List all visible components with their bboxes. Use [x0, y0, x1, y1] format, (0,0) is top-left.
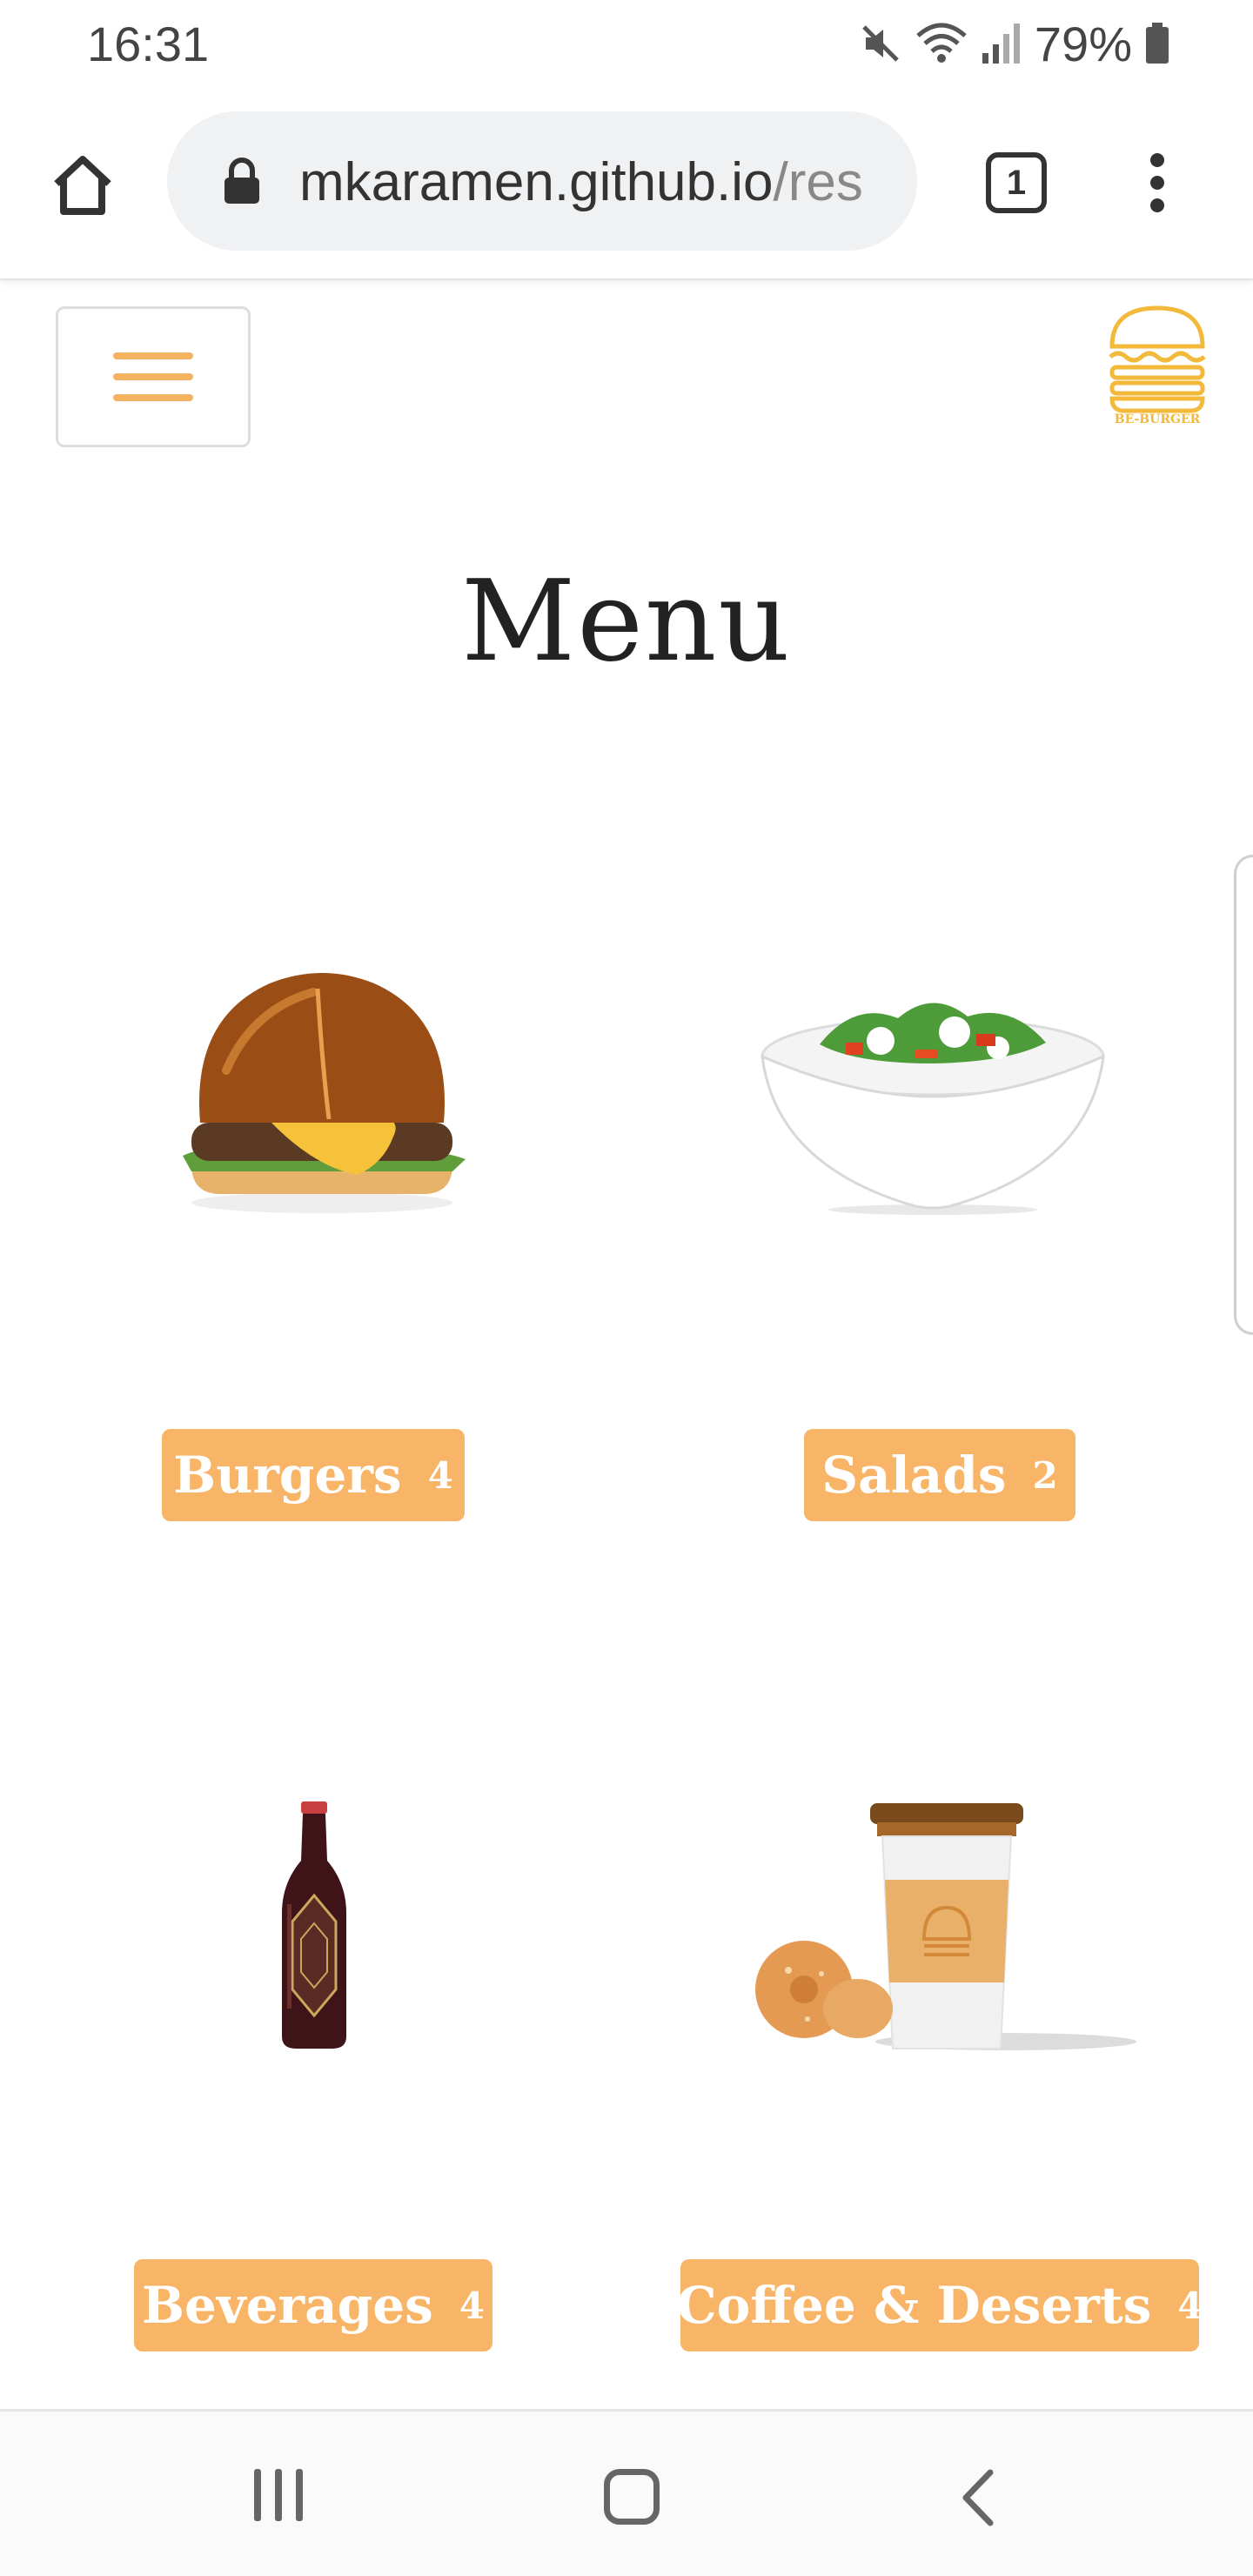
browser-home-button[interactable] — [44, 146, 122, 225]
category-count: 4 — [427, 1453, 453, 1497]
category-burgers-button[interactable]: Burgers 4 — [162, 1429, 465, 1521]
lock-icon — [224, 158, 259, 204]
address-bar[interactable]: mkaramen.github.io/res — [167, 111, 917, 251]
burger-logo-icon[interactable]: BE-BURGER — [1105, 303, 1209, 426]
category-name: Salads — [821, 1446, 1007, 1505]
page-title: Menu — [461, 557, 792, 687]
more-icon-dot — [1150, 198, 1164, 212]
tabs-button[interactable]: 1 — [982, 148, 1051, 218]
battery-icon — [1144, 22, 1170, 65]
status-bar: 16:31 79% — [0, 0, 1253, 87]
category-salads-button[interactable]: Salads 2 — [804, 1429, 1075, 1521]
status-time: 16:31 — [87, 17, 210, 71]
cola-bottle-image[interactable] — [275, 1800, 353, 2056]
tabs-icon: 1 — [986, 152, 1047, 213]
android-navigation-bar — [0, 2409, 1253, 2576]
logo-text: BE-BURGER — [1115, 413, 1201, 425]
recents-icon[interactable] — [254, 2469, 303, 2521]
hamburger-menu-button[interactable] — [56, 306, 251, 447]
category-count: 4 — [459, 2284, 486, 2327]
url-text: mkaramen.github.io/res — [299, 151, 863, 213]
category-count: 4 — [1177, 2284, 1203, 2327]
category-name: Beverages — [142, 2276, 433, 2335]
browser-toolbar: mkaramen.github.io/res 1 — [0, 87, 1253, 280]
category-name: Coffee & Deserts — [676, 2276, 1152, 2335]
home-icon — [54, 156, 111, 215]
back-icon[interactable] — [957, 2467, 1001, 2532]
category-coffee-deserts-button[interactable]: Coffee & Deserts 4 — [676, 2259, 1203, 2351]
wifi-icon — [915, 22, 968, 65]
url-path: /res — [773, 152, 863, 212]
more-options-button[interactable] — [1131, 148, 1183, 218]
status-icons: 79% — [859, 16, 1170, 71]
battery-percent: 79% — [1034, 16, 1132, 71]
hamburger-menu-icon — [113, 352, 193, 359]
category-beverages-button[interactable]: Beverages 4 — [134, 2259, 492, 2351]
hamburger-menu-icon — [113, 373, 193, 380]
more-icon-dot — [1150, 176, 1164, 190]
mute-icon — [859, 22, 902, 65]
salad-bowl-image[interactable] — [750, 983, 1116, 1223]
coffee-cup-donuts-image[interactable] — [754, 1800, 1136, 2065]
signal-icon — [981, 22, 1022, 65]
category-name: Burgers — [173, 1446, 402, 1505]
scroll-indicator[interactable] — [1234, 855, 1253, 1335]
category-count: 2 — [1032, 1453, 1058, 1497]
home-button-icon[interactable] — [604, 2469, 660, 2525]
more-icon-dot — [1150, 153, 1164, 167]
tab-count: 1 — [1006, 163, 1027, 202]
hamburger-menu-icon — [113, 394, 193, 401]
burger-image[interactable] — [165, 966, 479, 1223]
url-domain: mkaramen.github.io — [299, 152, 774, 212]
